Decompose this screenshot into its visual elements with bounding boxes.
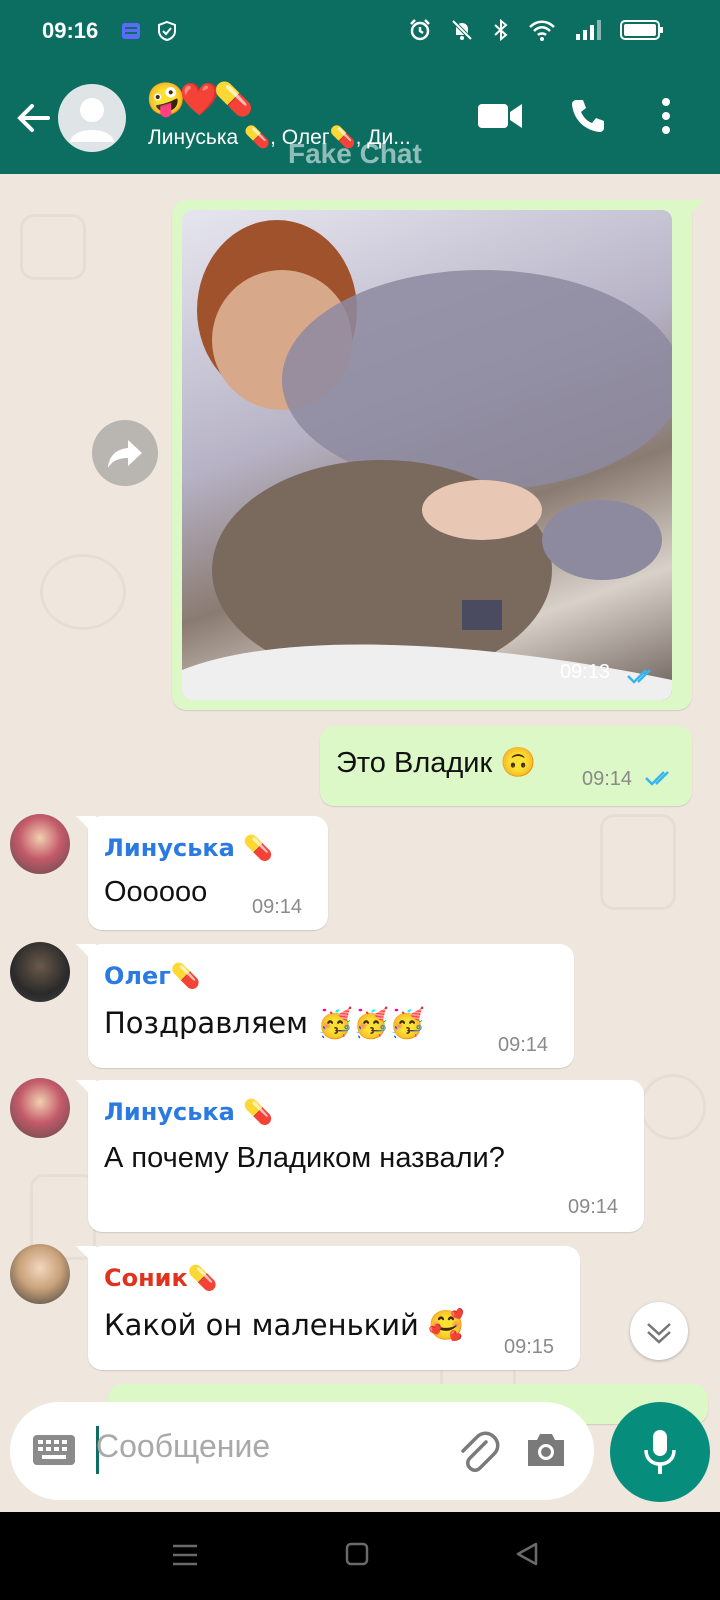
video-call-button[interactable] bbox=[476, 96, 524, 141]
camera-icon[interactable] bbox=[524, 1428, 568, 1472]
video-call-icon bbox=[478, 104, 522, 128]
forward-icon bbox=[108, 440, 142, 468]
alarm-icon bbox=[410, 19, 430, 41]
bubble-tail bbox=[76, 1246, 96, 1266]
read-ticks-icon bbox=[627, 669, 651, 684]
image-message[interactable]: 09:13 bbox=[172, 200, 704, 710]
shield-icon bbox=[158, 20, 176, 42]
group-title[interactable]: 🤪❤️💊 bbox=[146, 80, 254, 118]
wallpaper-doodle bbox=[40, 554, 126, 630]
app-notification-icon bbox=[122, 23, 140, 39]
scroll-to-bottom-button[interactable] bbox=[630, 1302, 688, 1360]
sender-avatar[interactable] bbox=[10, 1078, 70, 1138]
back-button[interactable] bbox=[14, 98, 54, 143]
incoming-message[interactable]: Олег💊 Поздравляем 🥳🥳🥳 09:14 bbox=[76, 944, 574, 1068]
voice-call-button[interactable] bbox=[568, 96, 608, 141]
message-time: 09:14 bbox=[568, 1196, 619, 1218]
message-text: Это Владик 🙃 bbox=[336, 747, 537, 779]
wallpaper-doodle bbox=[600, 814, 676, 910]
message-time: 09:15 bbox=[504, 1336, 555, 1358]
mute-icon bbox=[451, 19, 473, 41]
incoming-message[interactable]: Линуська 💊 Оооооо 09:14 bbox=[76, 816, 328, 930]
system-navigation-bar bbox=[0, 1512, 720, 1600]
message-time: 09:14 bbox=[498, 1034, 549, 1056]
message-time: 09:13 bbox=[559, 661, 610, 683]
chat-header: 🤪❤️💊 Линуська 💊, Олег💊, Ди... Fake Chat bbox=[0, 66, 720, 174]
photo-content bbox=[182, 220, 672, 700]
sender-name[interactable]: Олег💊 bbox=[104, 962, 201, 990]
message-input-bar[interactable]: Сообщение bbox=[10, 1402, 594, 1500]
bubble-tail bbox=[76, 944, 96, 964]
baby-photo[interactable]: 09:13 bbox=[182, 210, 672, 700]
message-text: Какой он маленький 🥰 bbox=[104, 1308, 465, 1342]
wifi-icon bbox=[529, 20, 555, 41]
incoming-message[interactable]: Линуська 💊 А почему Владиком назвали? 09… bbox=[76, 1080, 644, 1232]
outgoing-message[interactable]: Это Владик 🙃 09:14 bbox=[320, 726, 692, 806]
signal-icon bbox=[576, 20, 601, 40]
message-time: 09:14 bbox=[252, 896, 303, 918]
chevron-down-icon bbox=[647, 1323, 671, 1344]
bubble-tail bbox=[76, 816, 96, 836]
voice-message-button[interactable] bbox=[610, 1402, 710, 1502]
message-time: 09:14 bbox=[582, 768, 633, 790]
back-nav-icon[interactable] bbox=[514, 1540, 540, 1568]
bubble-tail bbox=[684, 200, 704, 220]
message-text: Поздравляем 🥳🥳🥳 bbox=[104, 1006, 426, 1040]
status-notification-icons bbox=[120, 20, 178, 42]
group-avatar[interactable] bbox=[58, 84, 126, 152]
watermark: Fake Chat bbox=[288, 138, 422, 169]
home-icon[interactable] bbox=[344, 1540, 370, 1568]
chat-area[interactable]: 09:13 Это Владик 🙃 09:14 Линуська 💊 Оооо… bbox=[0, 174, 720, 1512]
default-avatar-icon bbox=[70, 98, 114, 142]
wallpaper-doodle bbox=[20, 214, 86, 280]
back-arrow-icon bbox=[17, 104, 50, 132]
status-time: 09:16 bbox=[42, 18, 99, 43]
battery-icon bbox=[620, 20, 663, 40]
message-text: А почему Владиком назвали? bbox=[104, 1142, 505, 1174]
bubble-tail bbox=[76, 1080, 96, 1100]
sender-name[interactable]: Линуська 💊 bbox=[104, 1098, 273, 1126]
bluetooth-icon bbox=[494, 18, 508, 42]
sender-avatar[interactable] bbox=[10, 1244, 70, 1304]
message-text: Оооооо bbox=[104, 876, 208, 908]
keyboard-icon[interactable] bbox=[32, 1432, 76, 1468]
mic-icon bbox=[644, 1430, 676, 1474]
status-bar: 09:16 bbox=[0, 0, 720, 66]
recents-icon[interactable] bbox=[170, 1542, 200, 1568]
sender-avatar[interactable] bbox=[10, 942, 70, 1002]
attach-icon[interactable] bbox=[454, 1428, 502, 1476]
sender-avatar[interactable] bbox=[10, 814, 70, 874]
sender-name[interactable]: Соник💊 bbox=[104, 1264, 218, 1292]
read-ticks-icon bbox=[645, 771, 669, 786]
more-options-icon bbox=[662, 98, 670, 134]
phone-icon bbox=[572, 100, 604, 132]
status-system-icons bbox=[408, 18, 664, 42]
sender-name[interactable]: Линуська 💊 bbox=[104, 834, 273, 862]
incoming-message[interactable]: Соник💊 Какой он маленький 🥰 09:15 bbox=[76, 1246, 580, 1370]
forward-button[interactable] bbox=[92, 420, 158, 486]
message-input[interactable]: Сообщение bbox=[96, 1428, 270, 1465]
wallpaper-doodle bbox=[640, 1074, 706, 1140]
more-options-button[interactable] bbox=[660, 96, 672, 141]
